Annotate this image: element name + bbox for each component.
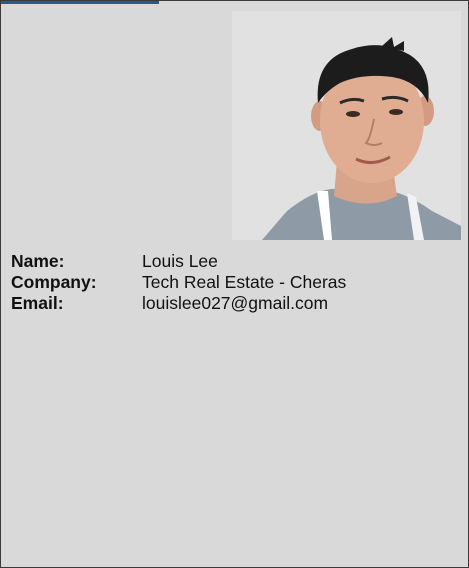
top-accent-bar <box>1 1 159 4</box>
name-label: Name: <box>11 251 65 271</box>
email-value: louislee027@gmail.com <box>142 293 329 313</box>
company-value: Tech Real Estate - Cheras <box>142 272 347 292</box>
profile-card: Name: Louis Lee Company: Tech Real Estat… <box>0 0 469 568</box>
email-label: Email: <box>11 293 64 313</box>
profile-photo <box>232 11 461 240</box>
company-row: Company: Tech Real Estate - Cheras <box>11 272 451 293</box>
name-row: Name: Louis Lee <box>11 251 451 272</box>
profile-details: Name: Louis Lee Company: Tech Real Estat… <box>11 251 451 314</box>
email-row: Email: louislee027@gmail.com <box>11 293 451 314</box>
name-value: Louis Lee <box>142 251 218 271</box>
person-photo-icon <box>232 11 461 240</box>
company-label: Company: <box>11 272 97 292</box>
